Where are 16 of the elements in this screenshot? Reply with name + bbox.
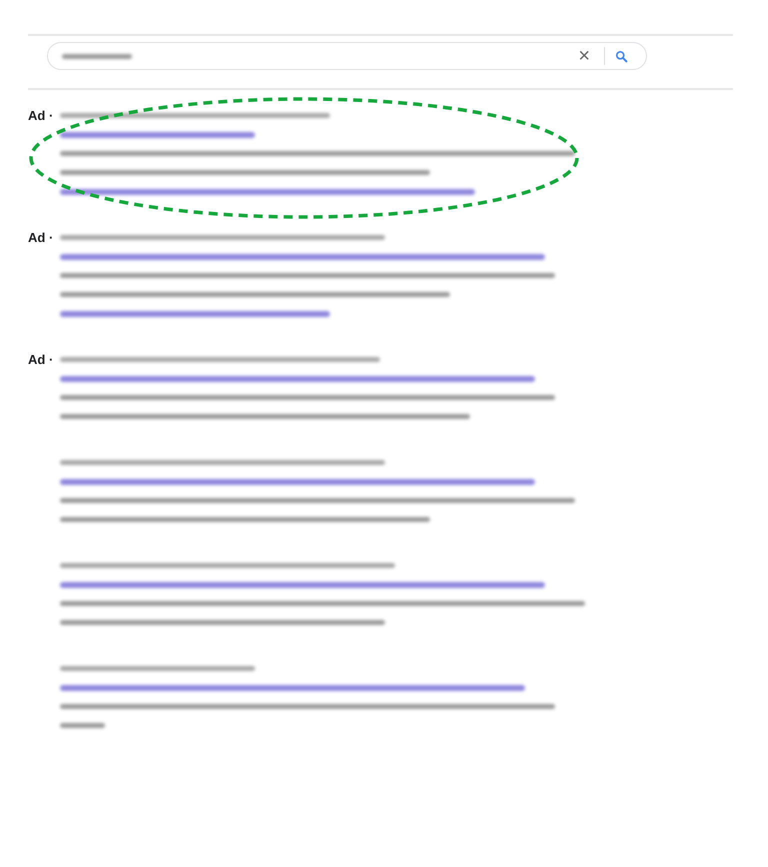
blurred-text[interactable] <box>60 254 545 260</box>
ad-label: Ad · <box>28 108 54 123</box>
blurred-text[interactable] <box>60 684 525 690</box>
blurred-text[interactable] <box>60 310 330 316</box>
blurred-text[interactable] <box>60 478 535 484</box>
ad-label: Ad · <box>28 230 54 245</box>
ad-label: Ad · <box>28 352 54 367</box>
blurred-text <box>60 723 105 728</box>
search-field[interactable]: × <box>47 42 647 70</box>
blurred-text[interactable] <box>60 582 545 588</box>
blurred-text[interactable] <box>60 132 255 138</box>
clear-button[interactable]: × <box>572 46 596 66</box>
search-icon[interactable] <box>615 50 628 62</box>
blurred-text[interactable] <box>60 188 475 194</box>
blurred-text[interactable] <box>60 376 535 382</box>
blurred-query <box>62 54 132 58</box>
